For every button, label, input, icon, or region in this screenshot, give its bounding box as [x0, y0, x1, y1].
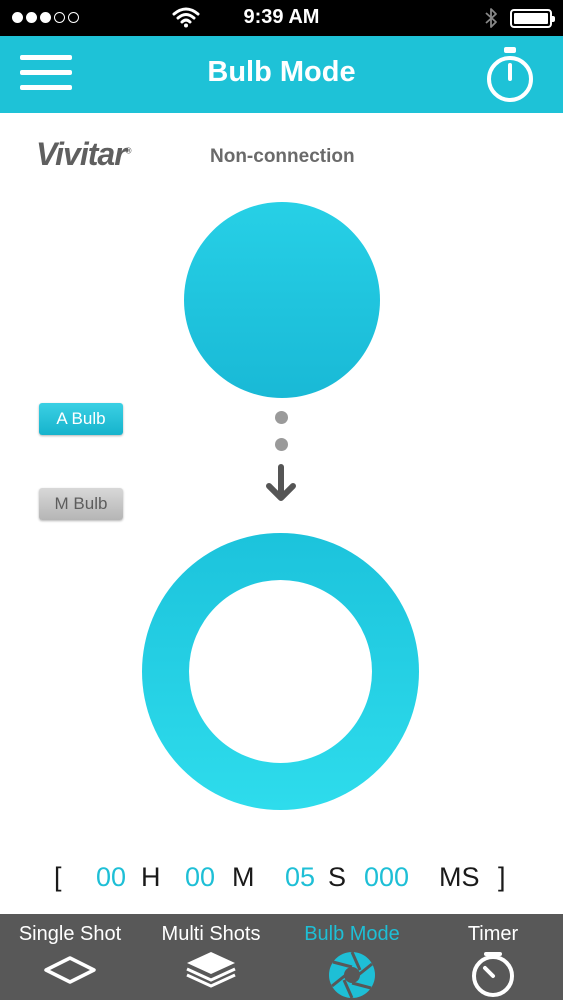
tab-timer[interactable]: Timer: [423, 914, 563, 1000]
nav-bar: Bulb Mode: [0, 36, 563, 113]
bulb-ring-button[interactable]: [142, 533, 419, 810]
seconds-value[interactable]: 05: [285, 862, 315, 893]
milliseconds-unit: MS: [439, 862, 480, 892]
bluetooth-icon: [485, 8, 497, 28]
hours-value[interactable]: 00: [96, 862, 126, 893]
a-bulb-button[interactable]: A Bulb: [39, 403, 123, 435]
close-bracket: ]: [498, 862, 506, 892]
tab-multi-shots[interactable]: Multi Shots: [141, 914, 281, 1000]
m-bulb-button[interactable]: M Bulb: [39, 488, 123, 520]
timer-icon: [472, 952, 514, 997]
menu-icon: [20, 55, 72, 60]
minutes-value[interactable]: 00: [185, 862, 215, 893]
shutter-button[interactable]: [184, 202, 380, 398]
tab-label: Bulb Mode: [304, 923, 400, 945]
exposure-time: [ 00 H 00 M 05 S 000 MS ]: [0, 862, 563, 898]
seconds-unit: S: [328, 862, 347, 892]
tab-label: Single Shot: [18, 923, 122, 945]
layers-icon: [186, 952, 236, 988]
ring-center: [189, 580, 372, 763]
step-dot: [275, 438, 288, 451]
connection-status: Non-connection: [210, 146, 355, 167]
status-time: 9:39 AM: [243, 6, 320, 28]
tab-bulb-mode[interactable]: Bulb Mode: [282, 914, 422, 1000]
tab-bar: Single Shot Multi Shots Bulb Mode Timer: [0, 914, 563, 1000]
open-bracket: [: [54, 862, 62, 892]
page-title: Bulb Mode: [207, 56, 356, 88]
stopwatch-icon[interactable]: [484, 45, 536, 105]
minutes-unit: M: [232, 862, 255, 892]
aperture-icon: [329, 951, 375, 999]
milliseconds-value[interactable]: 000: [364, 862, 409, 893]
tab-label: Timer: [467, 923, 519, 945]
hours-unit: H: [141, 862, 161, 892]
menu-button[interactable]: [20, 55, 72, 93]
tab-label: Multi Shots: [161, 923, 261, 945]
status-bar: 9:39 AM: [0, 0, 563, 36]
diamond-icon: [44, 956, 96, 984]
vivitar-logo: Vivitar®: [36, 136, 132, 172]
battery-icon: [510, 9, 555, 28]
arrow-down-icon: [266, 464, 296, 501]
step-dot: [275, 411, 288, 424]
tab-single-shot[interactable]: Single Shot: [0, 914, 140, 1000]
